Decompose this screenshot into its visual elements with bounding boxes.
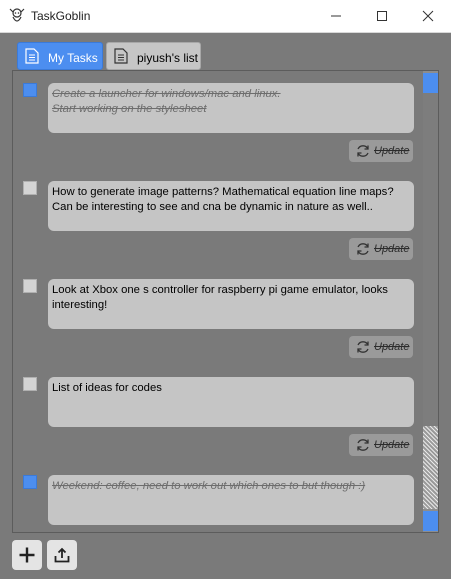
- task-text[interactable]: List of ideas for codes: [48, 377, 414, 427]
- goblin-icon: [9, 8, 25, 22]
- scroll-down-button[interactable]: [423, 511, 438, 531]
- plus-icon: [19, 547, 35, 563]
- task-item: Create a launcher for windows/mac and li…: [13, 71, 423, 169]
- refresh-icon: [357, 243, 369, 255]
- task-item: How to generate image patterns? Mathemat…: [13, 169, 423, 267]
- document-icon: [114, 48, 128, 64]
- document-icon: [25, 48, 39, 64]
- task-text[interactable]: Look at Xbox one s controller for raspbe…: [48, 279, 414, 329]
- task-item: Look at Xbox one s controller for raspbe…: [13, 267, 423, 365]
- window-title: TaskGoblin: [31, 9, 91, 23]
- task-text[interactable]: Weekend: coffee, need to work out which …: [48, 475, 414, 525]
- task-item: List of ideas for codes Update: [13, 365, 423, 463]
- update-button[interactable]: Update: [349, 336, 413, 358]
- update-button[interactable]: Update: [349, 140, 413, 162]
- tab-piyush-list[interactable]: piyush's list: [106, 42, 201, 70]
- task-checkbox[interactable]: [23, 377, 37, 391]
- task-text[interactable]: How to generate image patterns? Mathemat…: [48, 181, 414, 231]
- title-bar: TaskGoblin: [0, 0, 451, 33]
- close-icon: [422, 10, 434, 22]
- tab-label: piyush's list: [137, 51, 198, 65]
- update-button[interactable]: Update: [349, 434, 413, 456]
- task-checkbox[interactable]: [23, 83, 37, 97]
- minimize-button[interactable]: [313, 0, 359, 32]
- task-list: Create a launcher for windows/mac and li…: [12, 70, 439, 533]
- task-checkbox[interactable]: [23, 279, 37, 293]
- maximize-icon: [377, 11, 387, 21]
- update-label: Update: [374, 439, 410, 451]
- scrollbar-thumb[interactable]: [423, 91, 438, 426]
- refresh-icon: [357, 145, 369, 157]
- tab-label: My Tasks: [48, 51, 98, 65]
- update-label: Update: [374, 243, 410, 255]
- task-item: Weekend: coffee, need to work out which …: [13, 463, 423, 532]
- minimize-icon: [331, 15, 341, 17]
- update-label: Update: [374, 145, 410, 157]
- refresh-icon: [357, 341, 369, 353]
- add-task-button[interactable]: [12, 540, 42, 570]
- task-checkbox[interactable]: [23, 181, 37, 195]
- maximize-button[interactable]: [359, 0, 405, 32]
- update-label: Update: [374, 341, 410, 353]
- scroll-up-button[interactable]: [423, 73, 438, 93]
- scrollbar-track-lower[interactable]: [423, 426, 438, 509]
- update-button[interactable]: Update: [349, 238, 413, 260]
- task-checkbox[interactable]: [23, 475, 37, 489]
- tab-my-tasks[interactable]: My Tasks: [17, 42, 103, 70]
- refresh-icon: [357, 439, 369, 451]
- upload-icon: [54, 547, 70, 563]
- task-text[interactable]: Create a launcher for windows/mac and li…: [48, 83, 414, 133]
- export-button[interactable]: [47, 540, 77, 570]
- close-button[interactable]: [405, 0, 451, 32]
